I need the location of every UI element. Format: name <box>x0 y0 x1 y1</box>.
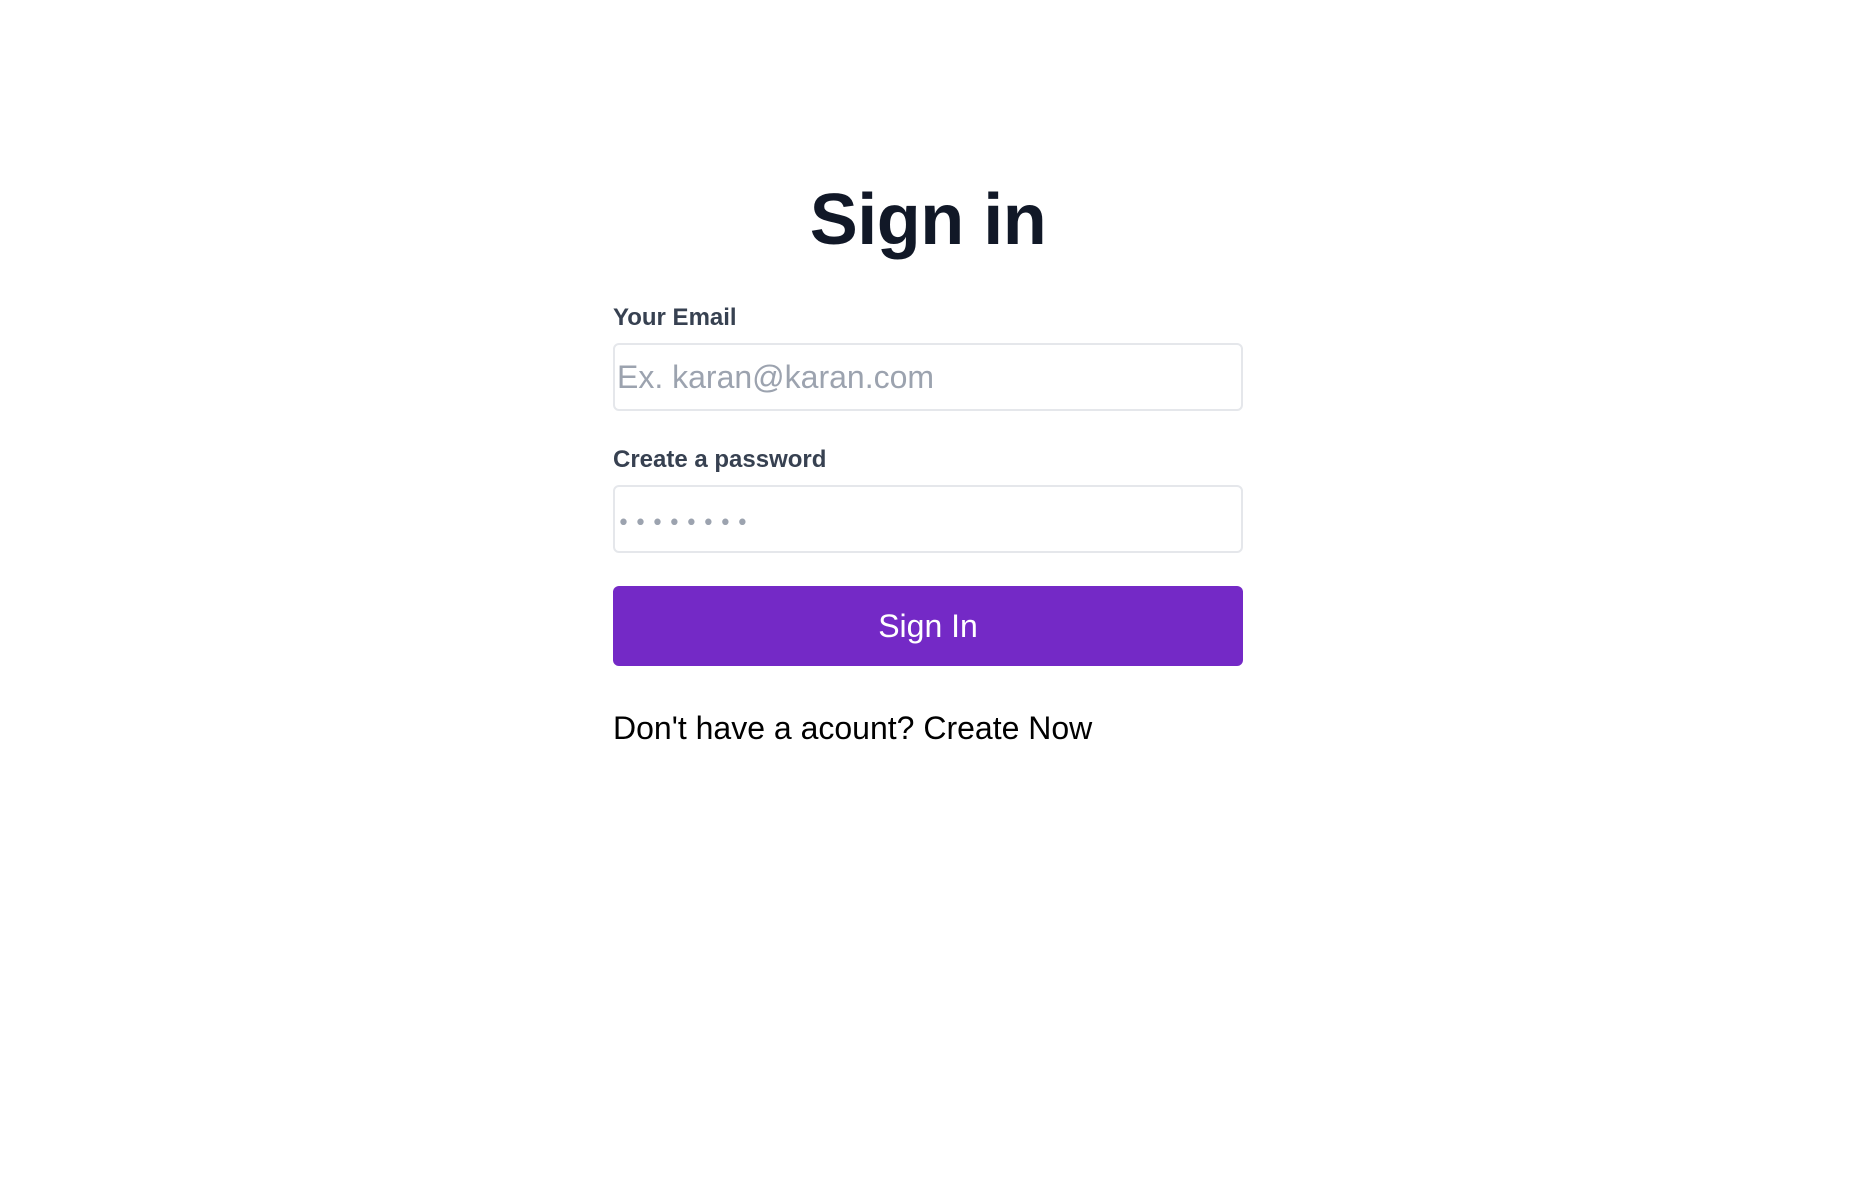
signup-prompt: Don't have a acount? Create Now <box>613 708 1243 748</box>
password-field[interactable] <box>613 485 1243 553</box>
email-label: Your Email <box>613 304 737 331</box>
signup-prompt-text: Don't have a acount? <box>613 710 915 746</box>
password-label: Create a password <box>613 446 827 473</box>
create-account-link[interactable]: Create Now <box>923 710 1092 746</box>
page-title: Sign in <box>809 180 1047 260</box>
signin-form-container: Sign in Your Email Create a password Sig… <box>613 175 1243 748</box>
sign-in-button[interactable]: Sign In <box>613 586 1243 666</box>
email-field[interactable] <box>613 343 1243 411</box>
